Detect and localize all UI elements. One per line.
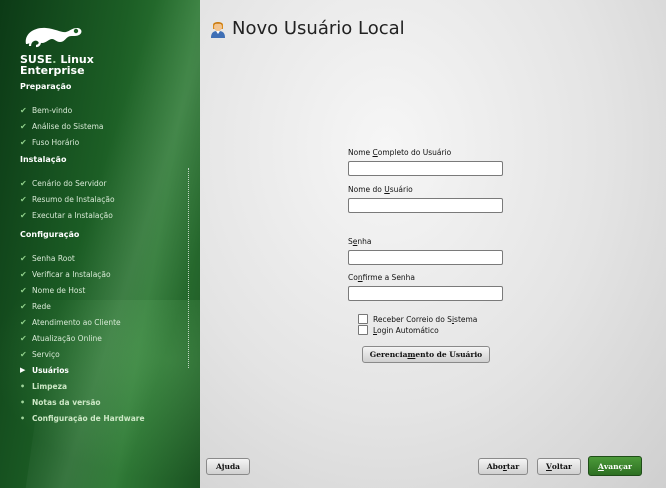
full-name-label: Nome Completo do Usuário [348,148,452,157]
checkmark-icon: ✔ [20,105,27,115]
nav-item-atualizacao-online: ✔ Atualização Online [20,333,102,343]
nav-item-servico: ✔ Serviço [20,349,60,359]
nav-item-executar-a-instalacao: ✔ Executar a Instalação [20,210,113,220]
bullet-icon: • [20,397,26,407]
checkmark-icon: ✔ [20,317,27,327]
nav-item-senha-root: ✔ Senha Root [20,253,75,263]
nav-item-cenario-do-servidor: ✔ Cenário do Servidor [20,178,107,188]
nav-item-atendimento-ao-cliente: ✔ Atendimento ao Cliente [20,317,121,327]
nav-section-preparacao: Preparação [20,82,72,91]
user-icon [211,21,225,38]
username-input[interactable] [348,198,503,213]
sidebar: SUSE. Linux Enterprise Preparação ✔ Bem-v… [0,0,200,488]
nav-item-notas-da-versao: • Notas da versão [20,397,101,407]
next-button[interactable]: Avançar [588,456,642,476]
title-row: Novo Usuário Local [210,18,405,39]
nav-item-rede: ✔ Rede [20,301,51,311]
nav-section-configuracao: Configuração [20,230,80,239]
nav-item-nome-de-host: ✔ Nome de Host [20,285,86,295]
nav-item-limpeza: • Limpeza [20,381,68,391]
checkmark-icon: ✔ [20,178,27,188]
full-name-input[interactable] [348,161,503,176]
checkmark-icon: ✔ [20,137,27,147]
checkmark-icon: ✔ [20,253,27,263]
suse-chameleon-logo-icon [25,27,82,48]
checkmark-icon: ✔ [20,333,27,343]
page-title: Novo Usuário Local [232,18,405,39]
sidebar-glow-decoration [0,300,200,488]
username-label: Nome do Usuário [348,185,413,194]
auto-login-row[interactable]: Login Automático [358,325,439,335]
checkmark-icon: ✔ [20,194,27,204]
checkmark-icon: ✔ [20,301,27,311]
checkmark-icon: ✔ [20,210,27,220]
nav-item-configuracao-de-hardware: • Configuração de Hardware [20,413,145,423]
back-button[interactable]: Voltar [537,458,581,475]
auto-login-label: Login Automático [373,325,439,335]
sidebar-dotted-divider [188,168,189,368]
confirm-password-input[interactable] [348,286,503,301]
nav-item-bem-vindo: ✔ Bem-vindo [20,105,73,115]
user-management-button[interactable]: Gerencia m ento de Usuário [362,346,490,363]
nav-section-instalacao: Instalação [20,155,67,164]
abort-button[interactable]: Abo r tar [478,458,528,475]
receive-system-mail-label: Receber Correio do Sistema [373,314,478,324]
auto-login-checkbox[interactable] [358,325,368,335]
receive-system-mail-checkbox[interactable] [358,314,368,324]
nav-item-fuso-horario: ✔ Fuso Horário [20,137,80,147]
receive-system-mail-row[interactable]: Receber Correio do Sistema [358,314,477,324]
nav-item-usuarios: ▶ Usuários [20,365,69,375]
checkmark-icon: ✔ [20,349,27,359]
checkmark-icon: ✔ [20,285,27,295]
checkmark-icon: ✔ [20,269,27,279]
arrow-right-icon: ▶ [20,366,26,374]
password-input[interactable] [348,250,503,265]
checkmark-icon: ✔ [20,121,27,131]
bullet-icon: • [20,381,26,391]
nav-item-analise-do-sistema: ✔ Análise do Sistema [20,121,104,131]
help-button[interactable]: Ajuda [206,458,250,475]
main-panel: Novo Usuário Local Nome Completo do Usuá… [200,0,666,488]
confirm-password-label: Confirme a Senha [348,273,416,282]
nav-item-verificar-a-instalacao: ✔ Verificar a Instalação [20,269,111,279]
nav-item-resumo-de-instalacao: ✔ Resumo de Instalação [20,194,115,204]
brand-wordmark: SUSE. Linux Enterprise [20,53,94,77]
bullet-icon: • [20,413,26,423]
password-label: Senha [348,237,372,246]
